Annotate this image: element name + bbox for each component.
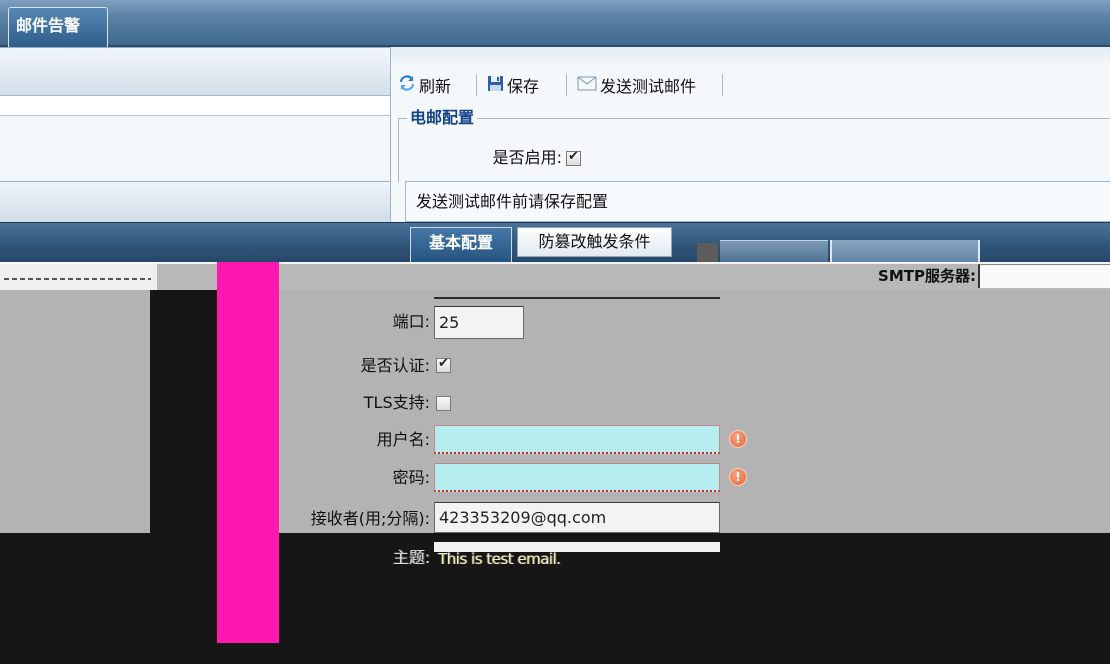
subject-input[interactable]: This is test email. xyxy=(434,542,720,570)
port-input[interactable] xyxy=(434,306,524,339)
config-panel-top xyxy=(391,47,1110,67)
error-icon[interactable] xyxy=(729,430,747,448)
send-test-mail-label: 发送测试邮件 xyxy=(600,77,697,96)
refresh-label: 刷新 xyxy=(419,77,452,96)
save-before-test-notice: 发送测试邮件前请保存配置 xyxy=(405,181,1110,222)
receivers-input[interactable] xyxy=(434,502,720,533)
enable-label: 是否启用: xyxy=(492,148,562,167)
subject-label: 主题: xyxy=(392,548,430,567)
username-label: 用户名: xyxy=(376,430,430,449)
left-panel-toolbar xyxy=(0,47,392,96)
auth-label: 是否认证: xyxy=(360,356,430,375)
save-icon xyxy=(487,75,504,96)
save-label: 保存 xyxy=(507,77,540,96)
render-glitch-black xyxy=(150,290,217,535)
smtp-server-label: SMTP服务器: xyxy=(878,267,976,285)
tab-basic-config[interactable]: 基本配置 xyxy=(410,227,512,262)
send-test-mail-button[interactable]: 发送测试邮件 xyxy=(577,72,696,98)
receivers-label: 接收者(用;分隔): xyxy=(310,509,430,528)
left-panel-gap xyxy=(0,96,392,115)
left-panel-body xyxy=(0,115,392,181)
auth-checkbox[interactable] xyxy=(436,356,451,373)
port-label: 端口: xyxy=(392,312,430,331)
refresh-button[interactable]: 刷新 xyxy=(398,72,451,98)
render-glitch-tab xyxy=(720,240,828,262)
tls-checkbox[interactable] xyxy=(436,396,451,411)
tab-tamper-trigger[interactable]: 防篡改触发条件 xyxy=(517,227,672,257)
tab-mail-alert[interactable]: 邮件告警 xyxy=(8,7,108,47)
error-icon[interactable] xyxy=(729,468,747,486)
tls-label: TLS支持: xyxy=(363,393,430,412)
render-glitch-strip xyxy=(0,262,157,290)
password-label: 密码: xyxy=(392,468,430,487)
toolbar-separator xyxy=(476,74,477,96)
subject-value: This is test email. xyxy=(438,550,561,568)
toolbar-separator xyxy=(566,74,567,96)
smtp-server-input[interactable] xyxy=(978,264,1110,288)
enable-checkbox[interactable] xyxy=(566,149,581,166)
mail-alert-window: 邮件告警 刷新 保存 发送测试邮件 电邮配置 是否启用: 发送测试邮件前请保存配… xyxy=(0,0,1110,664)
username-input[interactable] xyxy=(434,425,720,454)
mail-config-legend: 电邮配置 xyxy=(407,108,478,128)
save-button[interactable]: 保存 xyxy=(487,72,539,98)
toolbar-separator xyxy=(722,74,723,96)
mail-icon xyxy=(577,76,597,95)
render-glitch-tab xyxy=(830,240,980,262)
header-bar xyxy=(0,0,1110,47)
left-panel-footer xyxy=(0,181,392,222)
password-input[interactable] xyxy=(434,463,720,492)
refresh-icon xyxy=(398,74,416,96)
smtp-field-edge xyxy=(434,270,720,299)
